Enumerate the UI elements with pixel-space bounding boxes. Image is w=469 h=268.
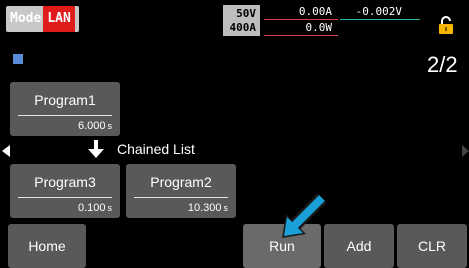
power-underline [264, 35, 338, 36]
current-range: 400A [229, 21, 257, 34]
program2-button[interactable]: Program2 10.300 s [126, 164, 236, 218]
program-divider [18, 197, 112, 198]
indicator-square [13, 54, 23, 64]
current-reading: 0.00A [298, 5, 332, 18]
scroll-left-icon[interactable] [2, 145, 10, 157]
program-time: 0.100 s [77, 202, 112, 214]
arrow-down-icon [88, 140, 104, 158]
power-reading: 0.0W [305, 21, 333, 34]
program-divider [134, 197, 228, 198]
program-divider [18, 115, 112, 116]
mode-badge[interactable]: Mode LAN [6, 6, 79, 32]
unlock-icon[interactable] [437, 16, 455, 34]
pointer-arrow-icon [282, 193, 327, 238]
voltage-underline [340, 19, 420, 20]
add-button[interactable]: Add [324, 224, 394, 268]
range-indicator: 50V 400A [223, 5, 260, 36]
voltage-reading: -0.002V [355, 5, 402, 18]
chained-list-label: Chained List [117, 141, 195, 157]
voltage-range: 50V [236, 7, 256, 20]
program-time: 10.300 s [187, 202, 228, 214]
home-button[interactable]: Home [8, 224, 86, 268]
page-indicator: 2/2 [427, 52, 458, 77]
program1-button[interactable]: Program1 6.000 s [10, 82, 120, 136]
program-name: Program2 [150, 174, 212, 190]
program-time: 6.000 s [77, 120, 112, 132]
current-underline [264, 19, 338, 20]
program-name: Program3 [34, 174, 96, 190]
mode-label: Mode [10, 11, 42, 26]
scroll-right-icon[interactable] [462, 145, 469, 157]
program-name: Program1 [34, 92, 96, 108]
program3-button[interactable]: Program3 0.100 s [10, 164, 120, 218]
lan-indicator: LAN [43, 6, 75, 32]
clr-button[interactable]: CLR [397, 224, 467, 268]
